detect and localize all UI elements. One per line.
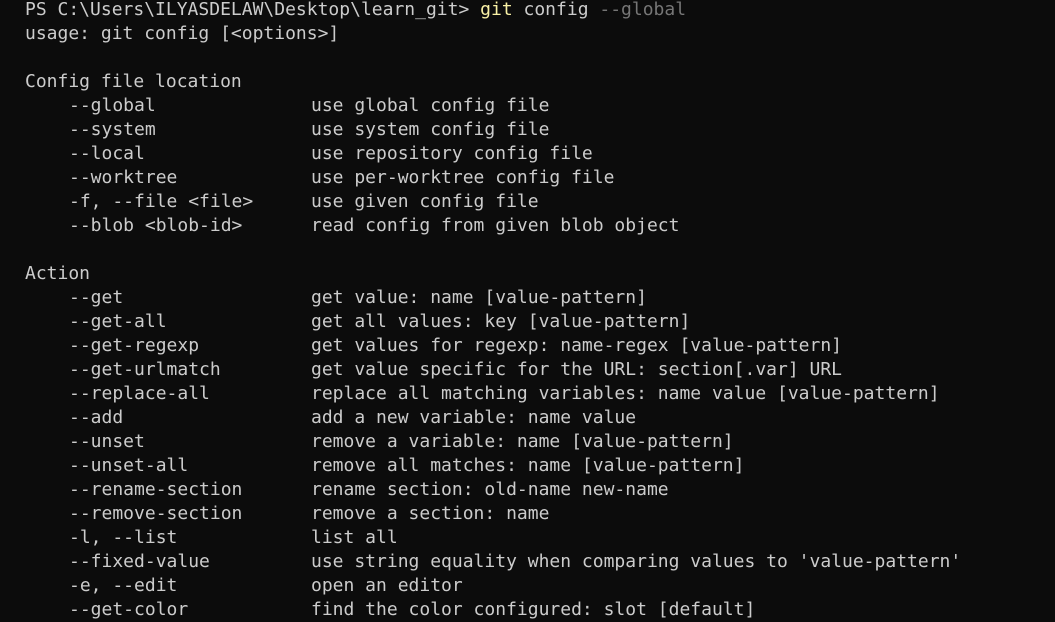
option-flag: --get-urlmatch [69, 359, 221, 380]
option-desc: find the color configured: slot [default… [311, 599, 756, 620]
option-flag: --replace-all [69, 383, 210, 404]
option-row: --fixed-value use string equality when co… [25, 550, 1055, 574]
prompt-command: git [480, 0, 513, 20]
usage-line: usage: git config [<options>] [25, 23, 340, 44]
option-desc: remove a section: name [311, 503, 550, 524]
option-desc: use string equality when comparing value… [311, 551, 962, 572]
prompt-flag: --global [588, 0, 687, 20]
option-desc: rename section: old-name new-name [311, 479, 669, 500]
option-flag: --global [69, 95, 156, 116]
option-row: --replace-all replace all matching variab… [25, 382, 1055, 406]
option-row: --add add a new variable: name value [25, 406, 1055, 430]
option-row: --unset-all remove all matches: name [val… [25, 454, 1055, 478]
option-flag: --get-all [69, 311, 167, 332]
option-desc: replace all matching variables: name val… [311, 383, 940, 404]
option-desc: use per-worktree config file [311, 167, 615, 188]
option-desc: remove all matches: name [value-pattern] [311, 455, 745, 476]
option-flag: --get-regexp [69, 335, 200, 356]
option-row: --get-regexp get values for regexp: name-… [25, 334, 1055, 358]
option-row: --local use repository config file [25, 142, 1055, 166]
option-flag: --get-color [69, 599, 189, 620]
option-desc: get all values: key [value-pattern] [311, 311, 691, 332]
option-row: -e, --edit open an editor [25, 574, 1055, 598]
option-flag: --system [69, 119, 156, 140]
option-row: --unset remove a variable: name [value-pa… [25, 430, 1055, 454]
option-desc: use given config file [311, 191, 539, 212]
option-row: -f, --file <file> use given config file [25, 190, 1055, 214]
option-desc: use global config file [311, 95, 550, 116]
option-desc: use system config file [311, 119, 550, 140]
prompt-path: PS C:\Users\ILYASDELAW\Desktop\learn_git… [25, 0, 481, 20]
prompt-args: config [512, 0, 589, 20]
option-flag: --remove-section [69, 503, 243, 524]
option-desc: list all [311, 527, 398, 548]
option-flag: -f, --file <file> [69, 191, 254, 212]
option-flag: --get [69, 287, 124, 308]
prompt-line: PS C:\Users\ILYASDELAW\Desktop\learn_git… [25, 0, 1055, 22]
option-row: --get-color find the color configured: sl… [25, 598, 1055, 622]
option-row: --remove-section remove a section: name [25, 502, 1055, 526]
terminal-output[interactable]: PS C:\Users\ILYASDELAW\Desktop\learn_git… [0, 0, 1055, 620]
option-desc: get value specific for the URL: section[… [311, 359, 843, 380]
option-flag: --worktree [69, 167, 178, 188]
option-flag: -l, --list [69, 527, 178, 548]
option-desc: read config from given blob object [311, 215, 680, 236]
section-title: Config file location [25, 71, 242, 92]
option-flag: --local [69, 143, 145, 164]
option-row: --global use global config file [25, 94, 1055, 118]
option-flag: --rename-section [69, 479, 243, 500]
option-row: --worktree use per-worktree config file [25, 166, 1055, 190]
option-row: --get-all get all values: key [value-patt… [25, 310, 1055, 334]
option-flag: -e, --edit [69, 575, 178, 596]
option-row: --blob <blob-id> read config from given b… [25, 214, 1055, 238]
option-desc: remove a variable: name [value-pattern] [311, 431, 734, 452]
option-flag: --blob <blob-id> [69, 215, 243, 236]
option-desc: get values for regexp: name-regex [value… [311, 335, 843, 356]
option-row: --rename-section rename section: old-name… [25, 478, 1055, 502]
option-row: --get-urlmatch get value specific for the… [25, 358, 1055, 382]
option-desc: get value: name [value-pattern] [311, 287, 647, 308]
option-row: --get get value: name [value-pattern] [25, 286, 1055, 310]
option-row: --system use system config file [25, 118, 1055, 142]
option-flag: --fixed-value [69, 551, 210, 572]
option-desc: open an editor [311, 575, 463, 596]
option-row: -l, --list list all [25, 526, 1055, 550]
option-desc: add a new variable: name value [311, 407, 637, 428]
option-flag: --unset [69, 431, 145, 452]
section-title: Action [25, 263, 91, 284]
option-flag: --unset-all [69, 455, 189, 476]
option-flag: --add [69, 407, 124, 428]
option-desc: use repository config file [311, 143, 593, 164]
